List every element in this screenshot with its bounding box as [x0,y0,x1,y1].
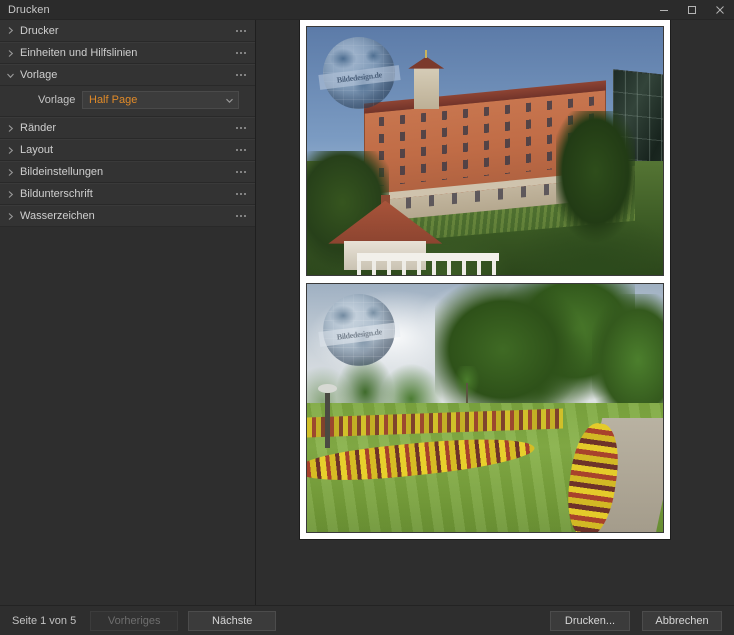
settings-sidebar: Drucker Einheiten und Hilfslinien Vorlag… [0,20,256,605]
overflow-menu-icon[interactable] [227,193,255,195]
sidebar-section-vorlage[interactable]: Vorlage [0,64,255,86]
photo2-lamp-post [317,384,337,448]
vorlage-field-row: Vorlage Half Page [0,90,255,110]
sidebar-section-label: Einheiten und Hilfslinien [20,47,138,59]
chevron-right-icon [0,26,20,35]
chevron-right-icon [0,212,20,221]
print-button[interactable]: Drucken... [550,610,630,631]
overflow-menu-icon[interactable] [227,29,255,32]
overflow-menu-icon[interactable] [227,52,255,54]
window-title: Drucken [8,3,50,16]
print-preview-area[interactable]: Bildedesign.de Bildedesign.de [256,20,734,605]
close-icon[interactable] [706,0,734,20]
chevron-down-icon [0,71,20,80]
next-page-button[interactable]: Nächste [188,610,277,631]
sidebar-section-label: Bildunterschrift [20,188,93,200]
vorlage-dropdown-value: Half Page [89,94,138,106]
photo1-house-roof [328,200,443,244]
preview-page: Bildedesign.de Bildedesign.de [300,20,670,539]
vorlage-section-content: Vorlage Half Page [0,86,255,117]
sidebar-section-label: Vorlage [20,69,58,81]
chevron-down-icon [225,96,234,105]
sidebar-section-layout[interactable]: Layout [0,139,255,161]
sidebar-section-raender[interactable]: Ränder [0,117,255,139]
overflow-menu-icon[interactable] [227,171,255,173]
sidebar-section-bildeinstellungen[interactable]: Bildeinstellungen [0,161,255,183]
chevron-right-icon [0,146,20,155]
page-indicator: Seite 1 von 5 [12,614,77,627]
maximize-icon[interactable] [678,0,706,20]
vorlage-dropdown[interactable]: Half Page [82,91,239,109]
previous-page-button[interactable]: Vorheriges [90,610,179,631]
chevron-right-icon [0,124,20,133]
chevron-right-icon [0,49,20,58]
status-bar: Seite 1 von 5 Vorheriges Nächste Drucken… [0,605,734,635]
sidebar-section-label: Layout [20,144,54,156]
cancel-button[interactable]: Abbrechen [642,610,722,631]
sidebar-section-label: Drucker [20,24,59,37]
sidebar-section-einheiten-und-hilfslinien[interactable]: Einheiten und Hilfslinien [0,42,255,64]
dialog-body: Drucker Einheiten und Hilfslinien Vorlag… [0,20,734,605]
preview-photo-2: Bildedesign.de [307,284,663,532]
chevron-right-icon [0,168,20,177]
overflow-menu-icon[interactable] [227,149,255,151]
sidebar-section-label: Wasserzeichen [20,210,95,222]
window-controls [650,0,734,20]
preview-photo-1: Bildedesign.de [307,27,663,275]
overflow-menu-icon[interactable] [227,127,255,129]
photo1-pergola [356,252,500,275]
chevron-right-icon [0,190,20,199]
sidebar-section-bildunterschrift[interactable]: Bildunterschrift [0,183,255,205]
overflow-menu-icon[interactable] [227,215,255,217]
minimize-icon[interactable] [650,0,678,20]
vorlage-field-label: Vorlage [38,94,76,106]
title-bar: Drucken [0,0,734,20]
sidebar-section-label: Ränder [20,122,57,134]
dialog-actions: Drucken... Abbrechen [550,610,722,631]
sidebar-section-drucker[interactable]: Drucker [0,20,255,42]
sidebar-section-label: Bildeinstellungen [20,166,104,178]
print-dialog: Drucken Drucker Einheiten und Hilfslinie… [0,0,734,635]
sidebar-empty-space [0,227,255,605]
sidebar-section-wasserzeichen[interactable]: Wasserzeichen [0,205,255,227]
pagination-controls: Seite 1 von 5 Vorheriges Nächste [12,610,277,631]
photo1-tree-right [556,111,635,256]
photo1-clock-tower [413,49,439,109]
overflow-menu-icon[interactable] [227,74,255,76]
